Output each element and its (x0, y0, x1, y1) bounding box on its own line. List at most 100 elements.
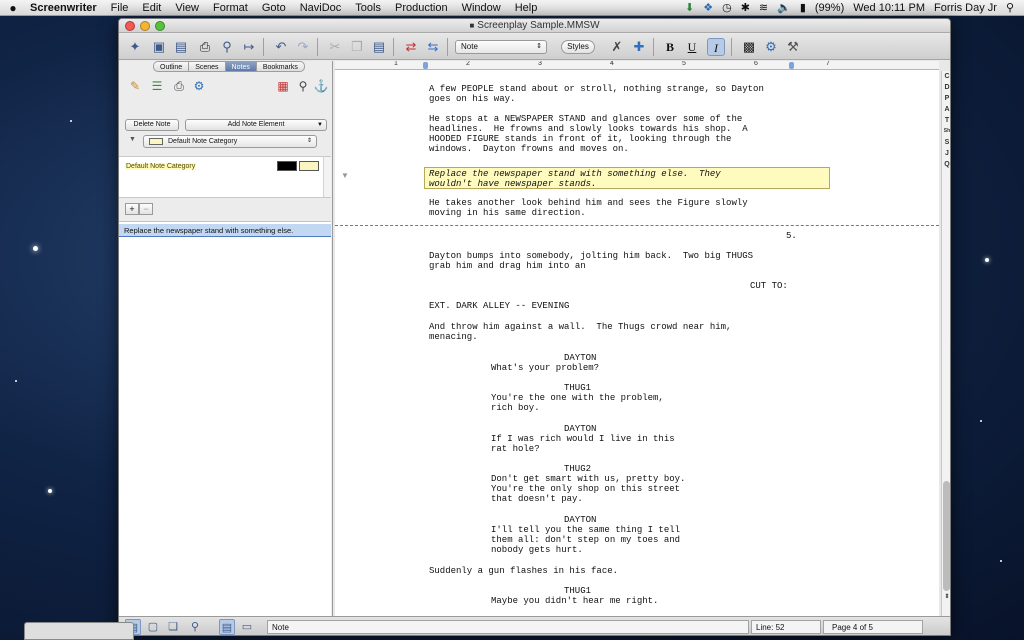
new-document-icon[interactable]: ✦ (125, 38, 145, 56)
add-revision-icon[interactable]: ✚ (629, 38, 649, 56)
copy-icon[interactable]: ❐ (347, 38, 367, 56)
cut-icon[interactable]: ✂ (325, 38, 345, 56)
category-bg-color-swatch[interactable] (299, 161, 319, 171)
tab-scenes[interactable]: Scenes (188, 61, 225, 72)
italic-button[interactable]: I (707, 38, 725, 56)
general-shortcut-icon[interactable]: S (943, 139, 950, 148)
document-proxy-icon[interactable]: ■ (469, 19, 474, 33)
volume-icon[interactable]: 🔈 (777, 1, 791, 14)
remove-category-button[interactable]: − (139, 203, 153, 215)
category-name[interactable]: Default Note Category (125, 163, 197, 170)
menu-navidoc[interactable]: NaviDoc (293, 2, 349, 14)
note-category-select[interactable]: Default Note Category ⇕ (143, 135, 317, 148)
category-list-scrollbar[interactable] (323, 157, 331, 197)
ruler-margin-marker[interactable] (423, 62, 428, 69)
thermometer-icon[interactable]: ⚓ (313, 79, 329, 95)
zoom-window-button[interactable] (155, 21, 165, 31)
menubar-user[interactable]: Forris Day Jr (934, 2, 997, 14)
action-line: moving in his same direction. (429, 208, 586, 218)
split-view-icon[interactable]: ▭ (239, 619, 255, 635)
menu-format[interactable]: Format (206, 2, 255, 14)
minimize-window-button[interactable] (140, 21, 150, 31)
menu-goto[interactable]: Goto (255, 2, 293, 14)
battery-icon[interactable]: ▮ (800, 1, 806, 14)
add-note-element-button[interactable]: Add Note Element ▼ (185, 119, 327, 131)
ruler-margin-marker[interactable] (789, 62, 794, 69)
script-document[interactable]: 1 2 3 4 5 6 7 ▼ A few PEOPLE stand about… (335, 61, 939, 616)
download-icon[interactable]: ⬇ (685, 1, 694, 14)
notes-settings-gear-icon[interactable]: ⚙ (191, 79, 207, 95)
zoom-icon[interactable]: ⚲ (187, 619, 203, 635)
view-page-icon[interactable]: ▢ (145, 619, 161, 635)
note-list-item[interactable]: Replace the newspaper stand with somethi… (119, 224, 331, 237)
search-shortcut-icon[interactable]: Q (943, 161, 950, 170)
spotlight-icon[interactable]: ⚲ (1006, 1, 1014, 14)
tab-outline[interactable]: Outline (153, 61, 189, 72)
element-type-select[interactable]: Note ⇕ (455, 40, 547, 54)
disclosure-triangle-icon[interactable]: ▼ (129, 136, 136, 143)
undo-icon[interactable]: ↶ (271, 38, 291, 56)
parenthetical-shortcut-icon[interactable]: P (943, 95, 950, 104)
time-machine-icon[interactable]: ◷ (722, 1, 732, 14)
production-clapper-icon[interactable]: ▩ (739, 38, 759, 56)
menu-file[interactable]: File (104, 2, 136, 14)
note-marker-icon[interactable]: ✎ (127, 79, 143, 95)
close-window-button[interactable] (125, 21, 135, 31)
add-category-button[interactable]: + (125, 203, 139, 215)
apple-menu-icon[interactable]: ● (0, 1, 26, 15)
tools-icon[interactable]: ⚒ (783, 38, 803, 56)
preferences-gear-icon[interactable]: ⚙ (761, 38, 781, 56)
dialogue-line: Maybe you didn't hear me right. (491, 596, 659, 606)
menu-view[interactable]: View (168, 2, 206, 14)
background-window[interactable] (24, 622, 134, 640)
navidoc-toggle-icon[interactable]: ▤ (219, 619, 235, 635)
transition-shortcut-icon[interactable]: T (943, 117, 950, 126)
print-icon[interactable]: ⎙ (195, 38, 215, 56)
menu-edit[interactable]: Edit (135, 2, 168, 14)
clear-formatting-icon[interactable]: ✗ (607, 38, 627, 56)
view-cards-icon[interactable]: ❏ (165, 619, 181, 635)
document-scrollbar-thumb[interactable] (943, 481, 950, 591)
styles-button[interactable]: Styles (561, 40, 595, 54)
ruler-number: 4 (610, 61, 614, 67)
paste-icon[interactable]: ▤ (369, 38, 389, 56)
dialogue-line: them all: don't step on my toes and (491, 535, 681, 545)
ruler[interactable]: 1 2 3 4 5 6 7 (335, 61, 939, 70)
dialogue-shortcut-icon[interactable]: D (943, 84, 950, 93)
save-icon[interactable]: ▤ (171, 38, 191, 56)
lyric-shortcut-icon[interactable]: J (943, 150, 950, 159)
bold-button[interactable]: B (661, 38, 679, 56)
bluetooth-icon[interactable]: ✱ (741, 1, 750, 14)
scene-heading-shortcut-icon[interactable]: C (943, 73, 950, 82)
battery-percent[interactable]: (99%) (815, 2, 844, 14)
print-notes-icon[interactable]: ⎙ (171, 79, 187, 95)
note-list-icon[interactable]: ☰ (149, 79, 165, 95)
wifi-icon[interactable]: ≋ (759, 1, 768, 14)
category-text-color-swatch[interactable] (277, 161, 297, 171)
menubar-clock[interactable]: Wed 10:11 PM (853, 2, 925, 14)
menu-tools[interactable]: Tools (348, 2, 388, 14)
color-palette-icon[interactable]: ▦ (275, 79, 291, 95)
toolbar-separator (317, 38, 318, 56)
redo-icon[interactable]: ↷ (293, 38, 313, 56)
insert-page-break-icon[interactable]: ⇄ (401, 38, 421, 56)
menu-help[interactable]: Help (508, 2, 545, 14)
dropbox-icon[interactable]: ❖ (703, 1, 713, 14)
menu-production[interactable]: Production (388, 2, 455, 14)
open-document-icon[interactable]: ▣ (149, 38, 169, 56)
menu-app-name[interactable]: Screenwriter (26, 2, 104, 14)
print-preview-icon[interactable]: ⚲ (217, 38, 237, 56)
export-icon[interactable]: ↦ (239, 38, 259, 56)
scroll-arrows-icon[interactable]: ⇕ (943, 593, 950, 602)
note-disclosure-icon[interactable]: ▼ (341, 171, 349, 180)
shot-shortcut-icon[interactable]: Sh (943, 128, 950, 137)
underline-button[interactable]: U (683, 38, 701, 56)
menu-window[interactable]: Window (455, 2, 508, 14)
window-titlebar[interactable]: ■ Screenplay Sample.MMSW (119, 19, 950, 33)
tab-notes[interactable]: Notes (224, 61, 256, 72)
delete-note-button[interactable]: Delete Note (125, 119, 179, 131)
remove-page-break-icon[interactable]: ⇆ (423, 38, 443, 56)
tab-bookmarks[interactable]: Bookmarks (255, 61, 305, 72)
action-shortcut-icon[interactable]: A (943, 106, 950, 115)
pin-icon[interactable]: ⚲ (295, 79, 311, 95)
